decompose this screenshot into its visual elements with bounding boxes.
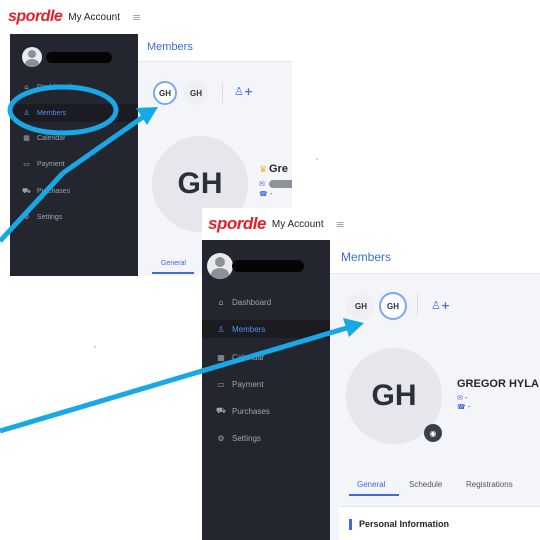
sidebar-item-settings[interactable]: ⚙ Settings <box>10 208 138 226</box>
active-tab-indicator <box>152 272 194 274</box>
sidebar-item-calendar[interactable]: ▦ Calendar <box>202 347 330 367</box>
gear-icon: ⚙ <box>23 213 30 221</box>
panel-accent-bar <box>349 519 352 530</box>
redacted-username <box>232 260 304 272</box>
tab-general[interactable]: General <box>161 260 186 267</box>
add-user-icon[interactable]: ♙+ <box>234 85 253 98</box>
calendar-icon: ▦ <box>23 134 30 142</box>
gear-icon: ⚙ <box>217 433 225 443</box>
phone-row: ☎ - <box>457 403 471 411</box>
member-chip[interactable]: GH <box>153 81 177 105</box>
email-row: ✉ - <box>457 394 468 402</box>
credit-card-icon: ▭ <box>217 379 225 389</box>
my-account-label: My Account <box>68 11 120 23</box>
home-icon: ⌂ <box>24 83 29 91</box>
top-bar: spordle My Account ≡ <box>202 208 540 240</box>
redacted-email <box>268 180 292 188</box>
page-title: Members <box>330 240 540 274</box>
user-avatar[interactable] <box>22 47 42 67</box>
member-chip[interactable]: GH <box>184 81 208 105</box>
calendar-icon: ▦ <box>217 352 225 362</box>
sidebar-item-members[interactable]: ♙ Members <box>202 320 330 338</box>
spordle-logo[interactable]: spordle <box>208 214 266 234</box>
my-account-label: My Account <box>271 218 324 230</box>
user-icon: ♙ <box>23 109 30 117</box>
chip-divider <box>222 83 223 103</box>
sidebar-item-purchases[interactable]: ⛟ Purchases <box>10 182 138 200</box>
member-chip[interactable]: GH <box>379 292 407 320</box>
sidebar-item-payment[interactable]: ▭ Payment <box>10 155 138 173</box>
sidebar-item-settings[interactable]: ⚙ Settings <box>202 428 330 448</box>
members-content: GH GH ♙+ GH ◉ GREGOR HYLA ✉ - ☎ - Genera… <box>330 274 540 540</box>
composite-screenshot: spordle My Account ≡ ⌂ Dashboard ♙ Members… <box>0 0 540 540</box>
tab-schedule[interactable]: Schedule <box>409 480 442 489</box>
speck <box>316 158 318 160</box>
credit-card-icon: ▭ <box>23 160 30 168</box>
sidebar-item-dashboard[interactable]: ⌂ Dashboard <box>10 78 138 96</box>
sidebar: ⌂ Dashboard ♙ Members ▦ Calendar ▭ Payment ⛟… <box>10 34 138 276</box>
phone-row: ☎ - <box>259 190 273 198</box>
sidebar-item-calendar[interactable]: ▦ Calendar <box>10 129 138 147</box>
active-tab-indicator <box>349 494 399 496</box>
tab-registrations[interactable]: Registrations <box>466 480 513 489</box>
cart-icon: ⛟ <box>216 406 227 415</box>
sidebar-item-payment[interactable]: ▭ Payment <box>202 374 330 394</box>
sidebar-item-purchases[interactable]: ⛟ Purchases <box>202 401 330 421</box>
hamburger-icon[interactable]: ≡ <box>336 218 345 231</box>
member-chip[interactable]: GH <box>347 292 375 320</box>
email-icon: ✉ <box>457 394 463 402</box>
hamburger-icon[interactable]: ≡ <box>132 11 141 24</box>
chip-divider <box>417 294 418 316</box>
account-screenshot-bottom: spordle My Account ≡ ⌂ Dashboard ♙ Members… <box>202 208 540 540</box>
phone-icon: ☎ <box>457 403 466 411</box>
home-icon: ⌂ <box>218 297 224 307</box>
user-icon: ♙ <box>217 324 225 334</box>
cart-icon: ⛟ <box>22 186 31 195</box>
top-bar: spordle My Account ≡ <box>0 0 292 34</box>
camera-icon[interactable]: ◉ <box>424 424 442 442</box>
member-name: GREGOR HYLA <box>457 378 539 390</box>
sidebar-item-members[interactable]: ♙ Members <box>10 104 138 122</box>
speck <box>94 346 96 348</box>
spordle-logo[interactable]: spordle <box>8 8 63 26</box>
member-name: Gre <box>269 163 288 175</box>
personal-information-panel: Personal Information <box>339 506 540 540</box>
redacted-username <box>46 52 112 63</box>
tab-general[interactable]: General <box>357 480 385 489</box>
crown-icon: ♛ <box>259 165 268 175</box>
sidebar-item-dashboard[interactable]: ⌂ Dashboard <box>202 292 330 312</box>
sidebar: ⌂ Dashboard ♙ Members ▦ Calendar ▭ Payment ⛟… <box>202 240 330 540</box>
user-avatar[interactable] <box>207 253 233 279</box>
panel-title: Personal Information <box>359 519 450 529</box>
email-row: ✉ <box>259 180 292 188</box>
add-user-icon[interactable]: ♙+ <box>431 299 450 312</box>
phone-icon: ☎ <box>259 190 268 198</box>
page-title: Members <box>138 34 292 62</box>
